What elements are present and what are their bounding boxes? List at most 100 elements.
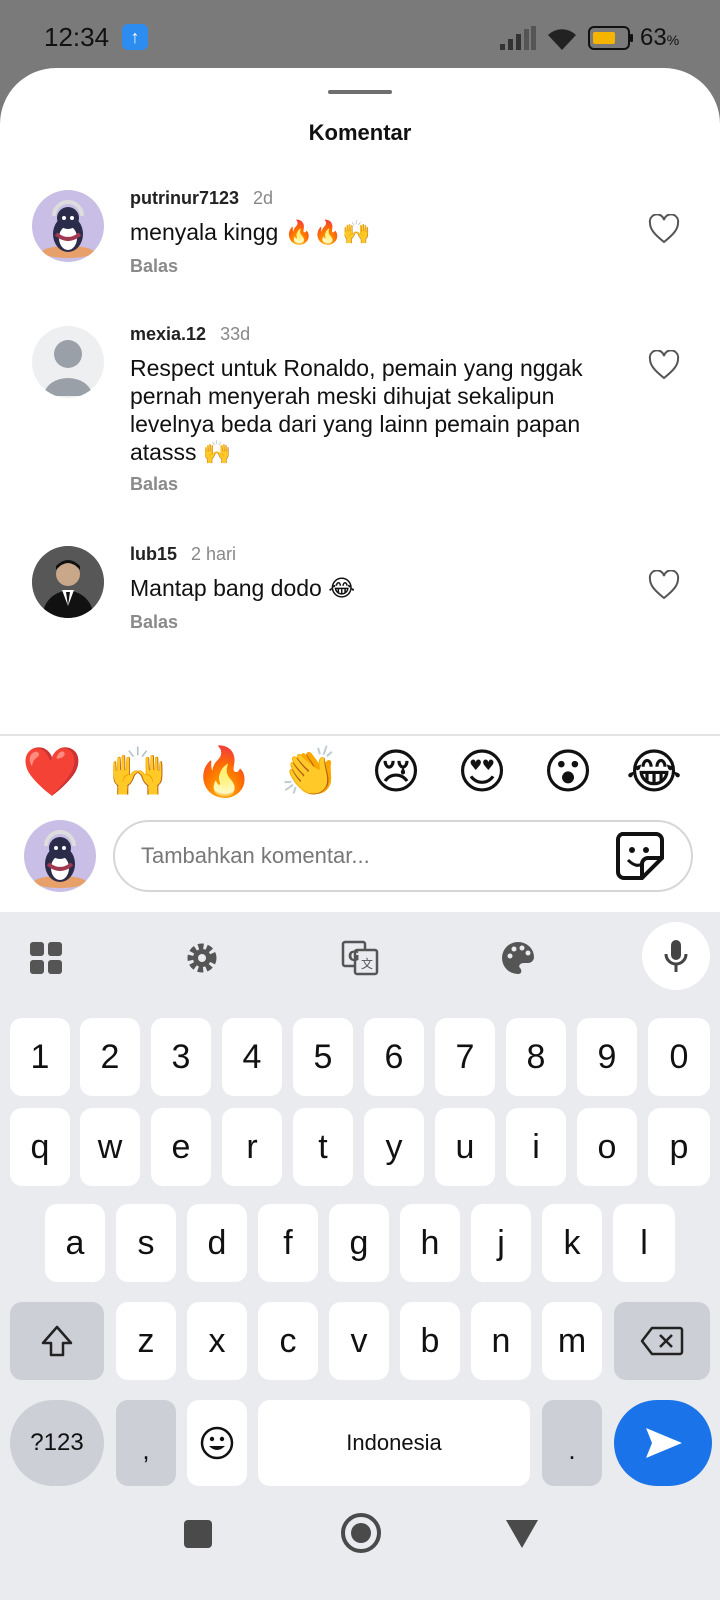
key-a[interactable]: a bbox=[45, 1204, 105, 1282]
key-q[interactable]: q bbox=[10, 1108, 70, 1186]
comment-item: lub15 2 hari Mantap bang dodo 😂 Balas bbox=[0, 534, 720, 634]
key-u[interactable]: u bbox=[435, 1108, 495, 1186]
svg-text:G: G bbox=[348, 949, 360, 965]
key-8[interactable]: 8 bbox=[506, 1018, 566, 1096]
key-9[interactable]: 9 bbox=[577, 1018, 637, 1096]
emoji-raised-hands-button[interactable]: 🙌 bbox=[106, 740, 170, 804]
recents-icon[interactable] bbox=[182, 1518, 214, 1550]
avatar[interactable] bbox=[32, 546, 104, 618]
key-x[interactable]: x bbox=[187, 1302, 247, 1380]
palette-icon[interactable] bbox=[498, 938, 538, 978]
divider bbox=[0, 734, 720, 736]
sticker-icon[interactable] bbox=[614, 830, 664, 880]
home-icon[interactable] bbox=[340, 1512, 382, 1554]
emoji-surprised-button[interactable]: 😮 bbox=[536, 740, 600, 804]
key-o[interactable]: o bbox=[577, 1108, 637, 1186]
status-time: 12:34 bbox=[44, 22, 110, 52]
key-e[interactable]: e bbox=[151, 1108, 211, 1186]
comment-time: 33d bbox=[220, 324, 251, 344]
comment-username[interactable]: putrinur7123 2d bbox=[130, 188, 273, 209]
comment-item: putrinur7123 2d menyala kingg 🔥🔥🙌 Balas bbox=[0, 178, 720, 278]
key-5[interactable]: 5 bbox=[293, 1018, 353, 1096]
key-t[interactable]: t bbox=[293, 1108, 353, 1186]
send-button[interactable] bbox=[614, 1400, 712, 1486]
key-g[interactable]: g bbox=[329, 1204, 389, 1282]
shift-key[interactable] bbox=[10, 1302, 104, 1380]
key-2[interactable]: 2 bbox=[80, 1018, 140, 1096]
emoji-clap-button[interactable]: 👏 bbox=[278, 740, 342, 804]
key-j[interactable]: j bbox=[471, 1204, 531, 1282]
key-7[interactable]: 7 bbox=[435, 1018, 495, 1096]
translate-icon[interactable]: G 文 bbox=[340, 938, 380, 978]
backspace-key[interactable] bbox=[614, 1302, 710, 1380]
comment-text: Respect untuk Ronaldo, pemain yang nggak… bbox=[130, 355, 583, 465]
sheet-title: Komentar bbox=[308, 120, 412, 145]
wifi-icon bbox=[548, 29, 576, 50]
emoji-fire-button[interactable]: 🔥 bbox=[192, 740, 256, 804]
signal-icon bbox=[500, 26, 536, 50]
key-p[interactable]: p bbox=[648, 1108, 710, 1186]
navigation-bar bbox=[0, 1490, 720, 1600]
shift-arrow-icon bbox=[41, 1325, 73, 1357]
key-4[interactable]: 4 bbox=[222, 1018, 282, 1096]
comma-key[interactable]: , bbox=[116, 1400, 176, 1486]
emoji-key[interactable] bbox=[187, 1400, 247, 1486]
emoji-heart-eyes-button[interactable]: 😍 bbox=[450, 740, 514, 804]
space-key[interactable]: Indonesia bbox=[258, 1400, 530, 1486]
status-bar: 12:34 ↑ 63% bbox=[0, 0, 720, 78]
smiley-icon bbox=[200, 1426, 234, 1460]
my-avatar bbox=[24, 820, 96, 892]
comment-username[interactable]: mexia.12 33d bbox=[130, 324, 250, 345]
key-y[interactable]: y bbox=[364, 1108, 424, 1186]
key-i[interactable]: i bbox=[506, 1108, 566, 1186]
emoji-crying-button[interactable]: 😢 bbox=[364, 740, 428, 804]
key-1[interactable]: 1 bbox=[10, 1018, 70, 1096]
key-h[interactable]: h bbox=[400, 1204, 460, 1282]
comment-item: mexia.12 33d Respect untuk Ronaldo, pemai… bbox=[0, 314, 720, 494]
microphone-button[interactable] bbox=[642, 922, 710, 990]
quick-emoji-bar: ❤️ 🙌 🔥 👏 😢 😍 😮 😂 bbox=[0, 740, 720, 812]
gear-icon[interactable] bbox=[182, 938, 222, 978]
key-l[interactable]: l bbox=[613, 1204, 675, 1282]
avatar[interactable] bbox=[32, 190, 104, 262]
key-n[interactable]: n bbox=[471, 1302, 531, 1380]
period-key[interactable]: . bbox=[542, 1400, 602, 1486]
heart-icon[interactable] bbox=[648, 350, 680, 380]
comment-input[interactable]: Tambahkan komentar... bbox=[113, 820, 693, 892]
sheet-drag-handle[interactable] bbox=[328, 90, 392, 94]
key-b[interactable]: b bbox=[400, 1302, 460, 1380]
backspace-icon bbox=[640, 1326, 684, 1356]
key-v[interactable]: v bbox=[329, 1302, 389, 1380]
key-f[interactable]: f bbox=[258, 1204, 318, 1282]
key-k[interactable]: k bbox=[542, 1204, 602, 1282]
reply-button[interactable]: Balas bbox=[130, 612, 178, 633]
heart-icon[interactable] bbox=[648, 570, 680, 600]
key-6[interactable]: 6 bbox=[364, 1018, 424, 1096]
key-z[interactable]: z bbox=[116, 1302, 176, 1380]
key-0[interactable]: 0 bbox=[648, 1018, 710, 1096]
comment-text: Mantap bang dodo 😂 bbox=[130, 575, 356, 601]
key-w[interactable]: w bbox=[80, 1108, 140, 1186]
key-3[interactable]: 3 bbox=[151, 1018, 211, 1096]
comment-time: 2d bbox=[253, 188, 274, 208]
avatar[interactable] bbox=[32, 326, 104, 398]
key-m[interactable]: m bbox=[542, 1302, 602, 1380]
key-c[interactable]: c bbox=[258, 1302, 318, 1380]
symbols-key[interactable]: ?123 bbox=[10, 1400, 104, 1486]
key-s[interactable]: s bbox=[116, 1204, 176, 1282]
heart-icon[interactable] bbox=[648, 214, 680, 244]
battery-icon bbox=[588, 26, 633, 50]
back-icon[interactable] bbox=[504, 1518, 540, 1550]
key-d[interactable]: d bbox=[187, 1204, 247, 1282]
apps-grid-icon[interactable] bbox=[26, 938, 66, 978]
microphone-icon bbox=[664, 940, 688, 972]
reply-button[interactable]: Balas bbox=[130, 256, 178, 277]
key-r[interactable]: r bbox=[222, 1108, 282, 1186]
battery-percentage: 63% bbox=[640, 24, 680, 51]
comment-time: 2 hari bbox=[191, 544, 237, 564]
emoji-laughing-button[interactable]: 😂 bbox=[622, 740, 686, 804]
comments-sheet: Komentar putrinur7123 2d menyala kingg 🔥🔥… bbox=[0, 68, 720, 912]
emoji-heart-button[interactable]: ❤️ bbox=[20, 740, 84, 804]
comment-username[interactable]: lub15 2 hari bbox=[130, 544, 236, 565]
reply-button[interactable]: Balas bbox=[130, 474, 178, 495]
